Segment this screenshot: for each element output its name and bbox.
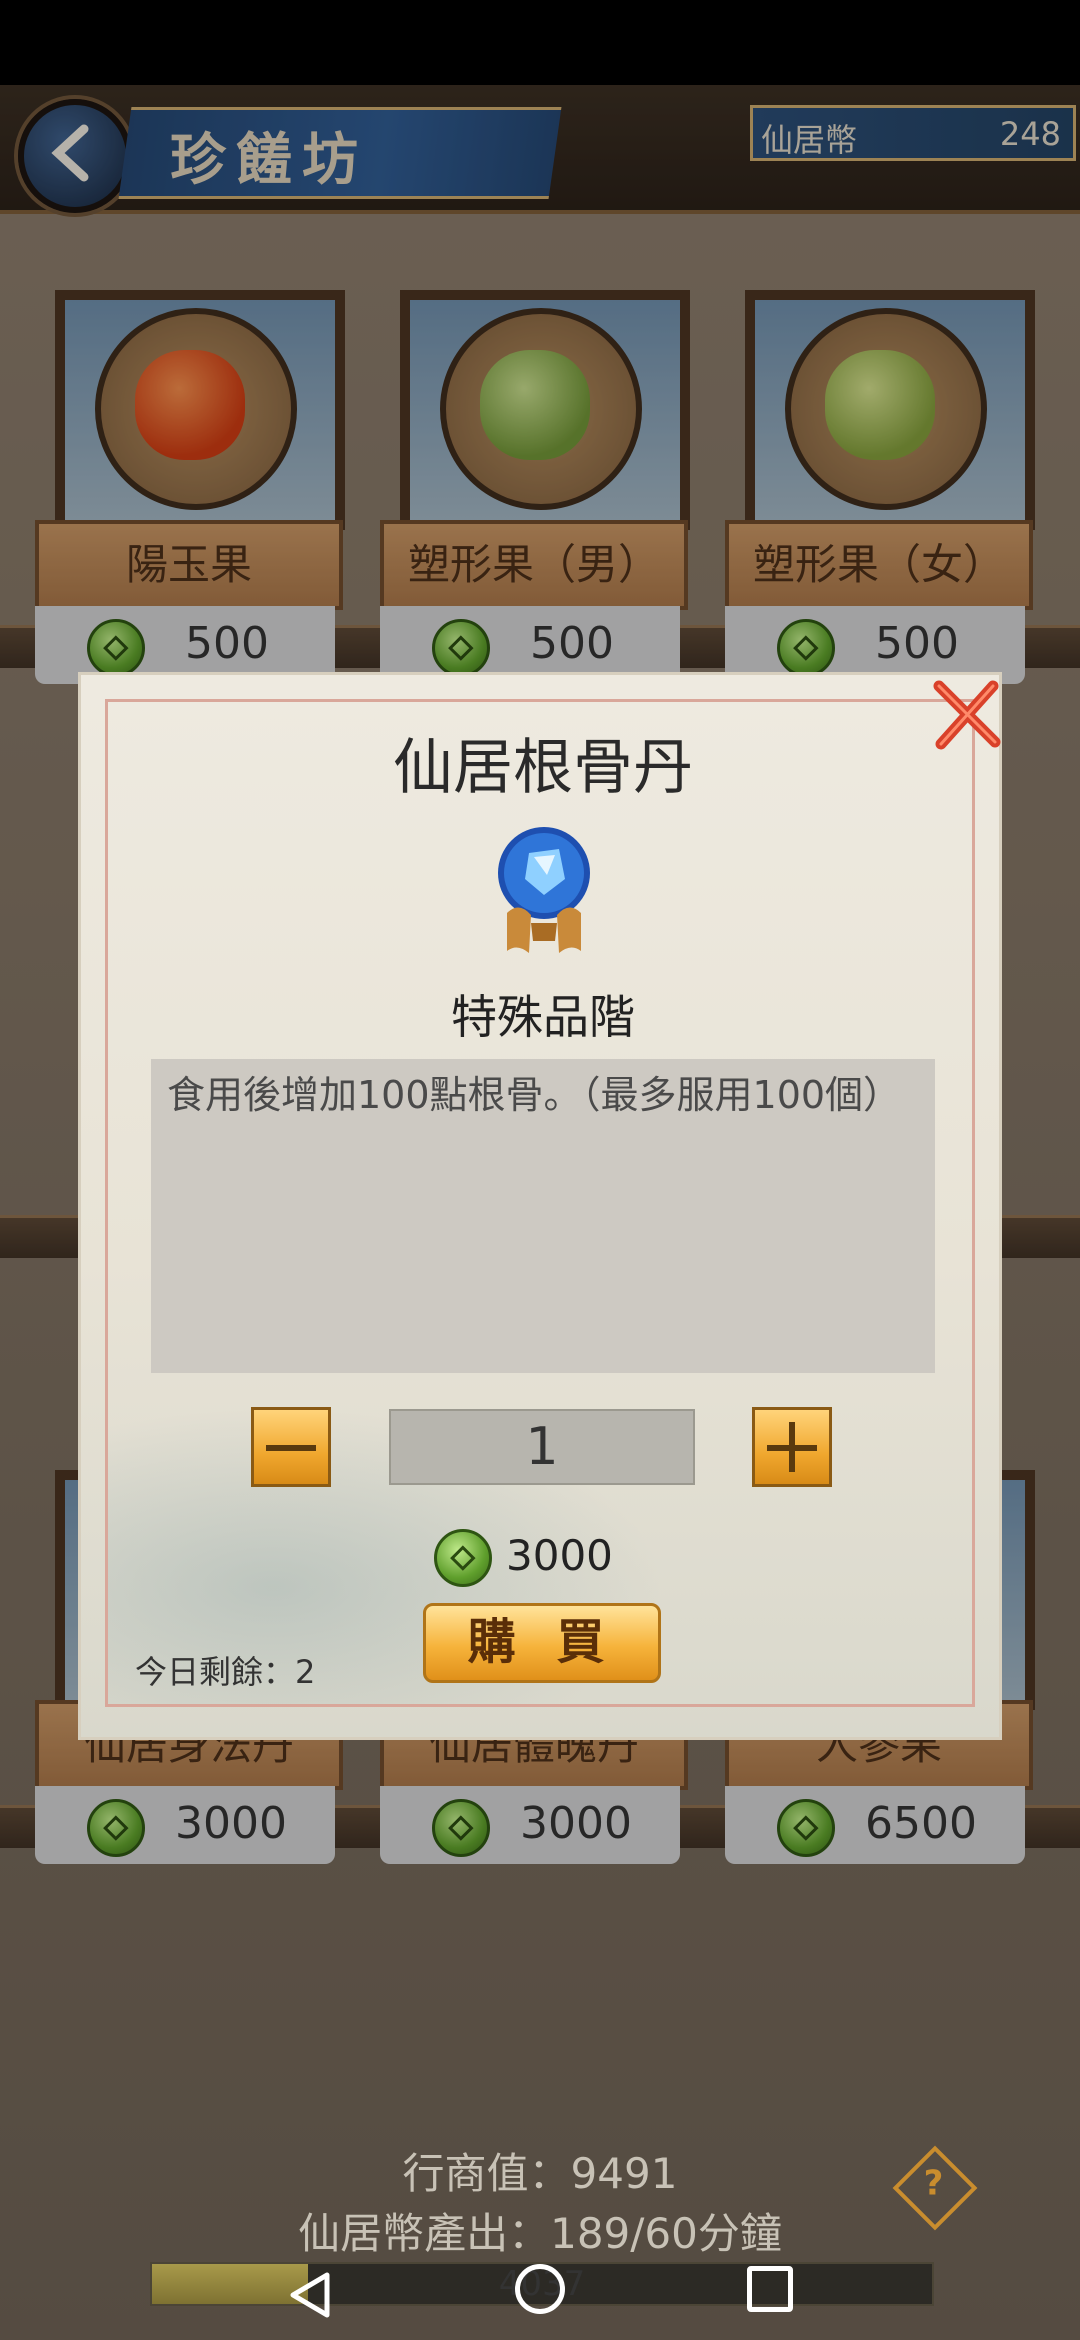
status-bar: [0, 0, 1080, 85]
quantity-field[interactable]: 1: [389, 1409, 695, 1485]
remaining-today: 今日剩餘：2: [135, 1653, 316, 1691]
blue-gem-icon: [498, 827, 590, 953]
coin-icon: [434, 1529, 492, 1587]
dialog-title: 仙居根骨丹: [393, 733, 693, 803]
total-price-value: 3000: [506, 1531, 613, 1580]
nav-home-icon[interactable]: [515, 2264, 565, 2314]
nav-recent-icon[interactable]: [747, 2266, 793, 2312]
system-nav-bar: [0, 2250, 1080, 2340]
quantity-minus-button[interactable]: [251, 1407, 331, 1487]
purchase-dialog: 仙居根骨丹 特殊品階 食用後增加100點根骨。（最多服用100個） 1 3000…: [78, 672, 1002, 1740]
nav-back-icon[interactable]: [285, 2270, 335, 2320]
quantity-plus-button[interactable]: [752, 1407, 832, 1487]
item-quality: 特殊品階: [451, 990, 635, 1044]
buy-button[interactable]: 購 買: [423, 1603, 661, 1683]
item-description: 食用後增加100點根骨。（最多服用100個）: [151, 1059, 935, 1373]
